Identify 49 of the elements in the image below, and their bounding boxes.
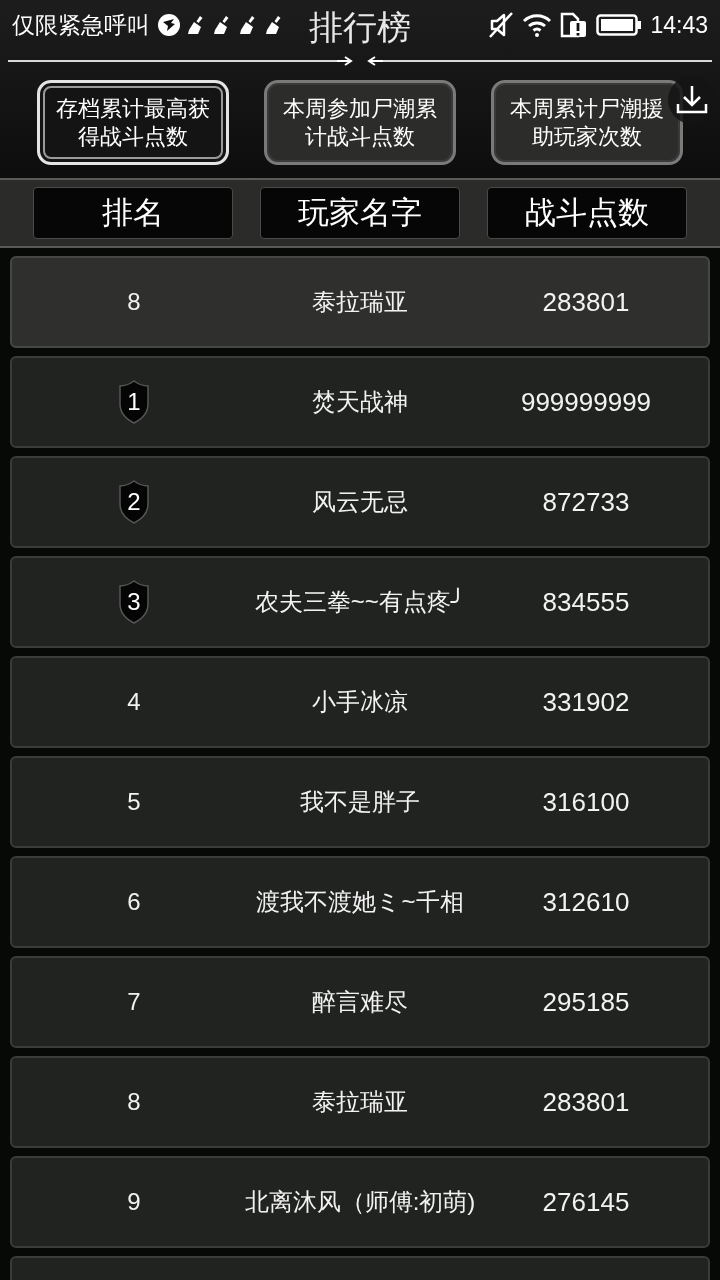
- player-name: 渡我不渡她ミ~千相: [256, 887, 464, 917]
- player-name: 醉言难尽: [312, 987, 408, 1017]
- column-header: 排名: [33, 187, 233, 239]
- battle-points: 872733: [542, 487, 630, 517]
- app-notification-icon: [158, 14, 180, 36]
- rank-number: 8: [127, 287, 141, 317]
- battle-points: 283801: [542, 287, 630, 317]
- page-title: 排行榜: [309, 7, 411, 48]
- player-name: 泰拉瑞亚: [312, 287, 408, 317]
- rank-number: 4: [127, 687, 141, 717]
- shield-icon: [118, 580, 150, 624]
- mute-icon: [488, 11, 515, 39]
- arrows-ornament-icon: [337, 56, 383, 66]
- wifi-icon: [522, 13, 553, 37]
- player-name: 农夫三拳~~有点疼╯: [254, 587, 466, 617]
- rank-number: 1: [127, 388, 141, 416]
- rank-number: 5: [127, 787, 141, 817]
- download-icon: [676, 85, 708, 115]
- shield-icon: [118, 480, 150, 524]
- battle-points: 834555: [542, 587, 630, 617]
- column-header: 战斗点数: [487, 187, 687, 239]
- battle-points: 331902: [542, 687, 630, 717]
- clock: 14:43: [650, 11, 708, 39]
- battle-points: 276145: [542, 1187, 630, 1217]
- battle-points: 312610: [542, 887, 630, 917]
- player-name: 北离沐风（师傅:初萌): [244, 1187, 476, 1217]
- shield-icon: [118, 380, 150, 424]
- rank-number: 8: [127, 1087, 141, 1117]
- player-name: 泰拉瑞亚: [312, 1087, 408, 1117]
- column-header: 玩家名字: [260, 187, 460, 239]
- rank-number: 9: [127, 1187, 141, 1217]
- sim-alert-icon: [560, 12, 589, 38]
- rank-number: 3: [127, 588, 141, 616]
- player-name: 小手冰凉: [312, 687, 408, 717]
- leaderboard-tab[interactable]: 存档累计最高获得战斗点数: [37, 80, 229, 165]
- rank-number: 2: [127, 488, 141, 516]
- battle-points: 295185: [542, 987, 630, 1017]
- rank-number: 7: [127, 987, 141, 1017]
- leaderboard-tab[interactable]: 本周参加尸潮累计战斗点数: [264, 80, 456, 165]
- player-name: 风云无忌: [312, 487, 408, 517]
- battle-points: 999999999: [520, 387, 652, 417]
- rank-number: 6: [127, 887, 141, 917]
- leaderboard-tab[interactable]: 本周累计尸潮援助玩家次数: [491, 80, 683, 165]
- player-name: 焚天战神: [312, 387, 408, 417]
- battle-points: 316100: [542, 787, 630, 817]
- emergency-calls-notice: 仅限紧急呼叫: [12, 11, 150, 39]
- battle-points: 283801: [542, 1087, 630, 1117]
- player-name: 我不是胖子: [300, 787, 420, 817]
- battery-icon: [596, 14, 643, 36]
